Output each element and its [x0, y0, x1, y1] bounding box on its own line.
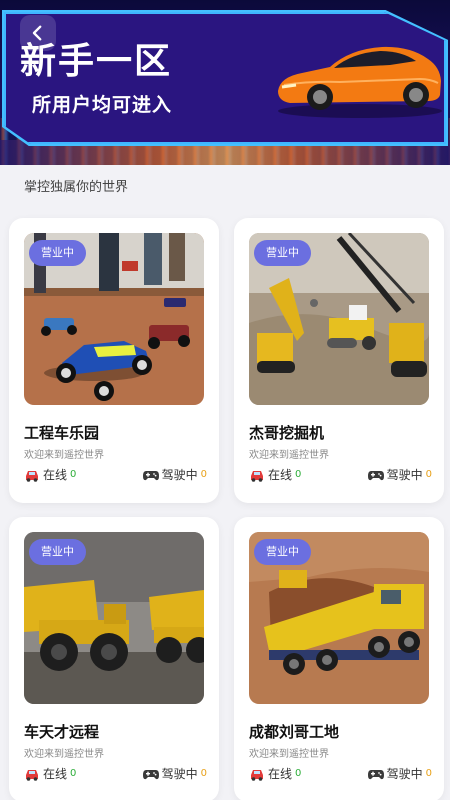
driving-count: 0: [425, 469, 432, 480]
status-badge: 营业中: [254, 240, 311, 266]
back-button[interactable]: [20, 15, 56, 51]
venue-description: 欢迎来到遥控世界: [249, 749, 329, 760]
online-label: 在线: [268, 468, 293, 482]
venue-description: 欢迎来到遥控世界: [24, 450, 104, 461]
gamepad-icon: [142, 769, 159, 779]
venue-name: 工程车乐园: [24, 424, 100, 442]
driving-label: 驾驶中: [161, 468, 198, 482]
car-icon: [251, 470, 263, 482]
online-count: 0: [70, 768, 77, 779]
driving-stat: 驾驶中 0: [142, 765, 207, 782]
driving-stat: 驾驶中 0: [367, 765, 432, 782]
gamepad-icon: [142, 470, 159, 480]
car-icon: [26, 470, 38, 482]
online-count: 0: [295, 469, 302, 480]
venue-card-1[interactable]: 营业中 工程车乐园 欢迎来到遥控世界 在线 0 驾驶中 0: [9, 218, 219, 503]
venue-name: 杰哥挖掘机: [249, 424, 325, 442]
driving-stat: 驾驶中 0: [142, 466, 207, 483]
venue-card-3[interactable]: 营业中 车天才远程 欢迎来到遥控世界 在线 0 驾驶中 0: [9, 517, 219, 800]
gamepad-icon: [367, 470, 384, 480]
venue-description: 欢迎来到遥控世界: [249, 450, 329, 461]
status-badge: 营业中: [29, 240, 86, 266]
online-count: 0: [295, 768, 302, 779]
online-count: 0: [70, 469, 77, 480]
sports-car-image: [278, 46, 442, 118]
online-stat: 在线 0: [249, 765, 301, 782]
online-label: 在线: [268, 767, 293, 781]
driving-count: 0: [200, 768, 207, 779]
driving-stat: 驾驶中 0: [367, 466, 432, 483]
status-badge: 营业中: [254, 539, 311, 565]
venue-name: 车天才远程: [24, 723, 100, 741]
driving-count: 0: [425, 768, 432, 779]
online-stat: 在线 0: [24, 466, 76, 483]
chevron-left-icon: [32, 25, 42, 41]
driving-label: 驾驶中: [386, 767, 423, 781]
online-stat: 在线 0: [249, 466, 301, 483]
online-label: 在线: [43, 767, 68, 781]
online-label: 在线: [43, 468, 68, 482]
venue-name: 成都刘哥工地: [249, 723, 340, 741]
gamepad-icon: [367, 769, 384, 779]
online-stat: 在线 0: [24, 765, 76, 782]
page-subtitle: 所用户均可进入: [32, 94, 173, 116]
car-icon: [251, 769, 263, 781]
status-badge: 营业中: [29, 539, 86, 565]
car-icon: [26, 769, 38, 781]
header-banner: 新手一区 所用户均可进入: [0, 0, 450, 165]
venue-card-2[interactable]: 营业中 杰哥挖掘机 欢迎来到遥控世界 在线 0 驾驶中 0: [234, 218, 444, 503]
driving-label: 驾驶中: [161, 767, 198, 781]
driving-label: 驾驶中: [386, 468, 423, 482]
section-caption: 掌控独属你的世界: [24, 180, 129, 195]
driving-count: 0: [200, 469, 207, 480]
venue-description: 欢迎来到遥控世界: [24, 749, 104, 760]
venue-card-4[interactable]: 营业中 成都刘哥工地 欢迎来到遥控世界 在线 0 驾驶中 0: [234, 517, 444, 800]
